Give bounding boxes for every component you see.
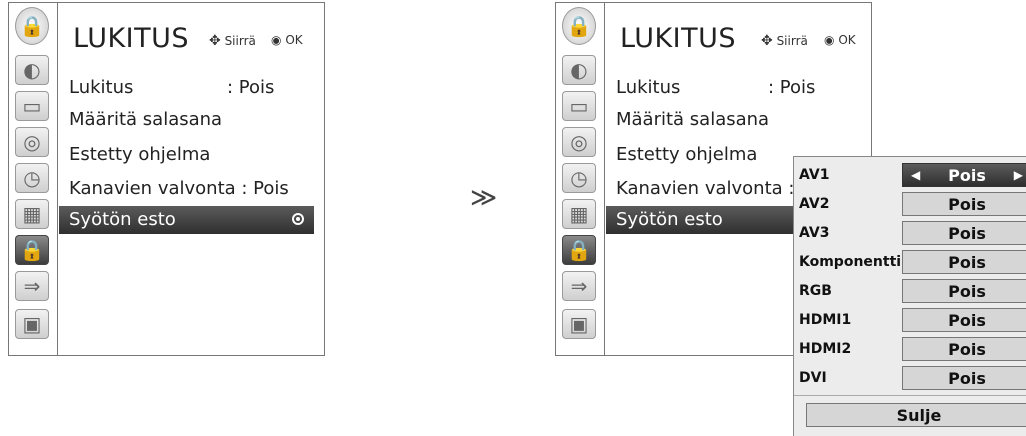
lock-icon[interactable]: 🔒 [562,235,596,265]
menu-item-lukitus[interactable]: Lukitus : Pois [69,77,274,98]
monitor-icon[interactable]: ▭ [562,91,596,121]
input-row-hdmi1[interactable]: HDMI1 Pois [794,308,1026,334]
input-row-hdmi2[interactable]: HDMI2 Pois [794,337,1026,363]
component-toggle[interactable]: Pois [902,250,1026,274]
dvi-toggle[interactable]: Pois [902,366,1026,390]
right-arrow-icon[interactable]: ▶ [1014,168,1023,182]
input-block-popup: AV1 ◀ Pois ▶ AV2 Pois AV3 Pois Komponent… [793,156,1026,436]
left-arrow-icon[interactable]: ◀ [911,168,920,182]
category-sidebar: 🔒 ◐ ▭ ◎ ◷ ▦ 🔒 ⇒ ▣ [556,3,605,355]
ok-hint: ◉ OK [271,33,303,47]
menu-item-input-block[interactable]: Syötön esto [59,206,314,234]
menu-item-blocked-program[interactable]: Estetty ohjelma [616,144,757,165]
input-row-av2[interactable]: AV2 Pois [794,192,1026,218]
lock-icon: 🔒 [15,7,49,45]
input-label: DVI [799,370,827,386]
dpad-icon: ✥ [209,33,221,49]
input-row-component[interactable]: Komponentti Pois [794,250,1026,276]
hdmi2-toggle[interactable]: Pois [902,337,1026,361]
lock-icon[interactable]: 🔒 [15,235,49,265]
input-label: HDMI1 [799,312,852,328]
speaker-icon[interactable]: ◎ [562,127,596,157]
menu-item-blocked-program[interactable]: Estetty ohjelma [69,144,210,165]
input-row-av1[interactable]: AV1 ◀ Pois ▶ [794,163,1026,189]
clock-icon[interactable]: ◷ [562,163,596,193]
menu-item-lukitus[interactable]: Lukitus : Pois [616,77,815,98]
input-row-av3[interactable]: AV3 Pois [794,221,1026,247]
move-hint: ✥ Siirrä [761,33,808,49]
calendar-icon[interactable]: ▦ [562,199,596,229]
av1-toggle[interactable]: ◀ Pois ▶ [902,163,1026,187]
photo-icon[interactable]: ▣ [15,309,49,339]
input-label: Komponentti [799,254,902,270]
menu-item-channel-guard[interactable]: Kanavien valvonta : Pois [69,178,289,199]
av2-toggle[interactable]: Pois [902,192,1026,216]
input-label: AV3 [799,225,830,241]
close-button[interactable]: Sulje [806,403,1026,427]
lock-icon: 🔒 [562,7,596,45]
photo-icon[interactable]: ▣ [562,309,596,339]
move-hint: ✥ Siirrä [209,33,256,49]
globe-icon[interactable]: ◐ [562,55,596,85]
ok-radio-icon [292,213,304,225]
input-label: AV1 [799,167,830,183]
menu-title: LUKITUS [73,23,190,54]
menu-item-set-password[interactable]: Määritä salasana [616,109,769,130]
category-sidebar: 🔒 ◐ ▭ ◎ ◷ ▦ 🔒 ⇒ ▣ [9,3,58,355]
plug-icon[interactable]: ⇒ [562,271,596,301]
clock-icon[interactable]: ◷ [15,163,49,193]
speaker-icon[interactable]: ◎ [15,127,49,157]
input-label: AV2 [799,196,830,212]
menu-title: LUKITUS [620,23,737,54]
input-label: HDMI2 [799,341,852,357]
input-row-rgb[interactable]: RGB Pois [794,279,1026,305]
next-arrow-icon: ≫ [470,183,498,213]
menu-item-channel-guard[interactable]: Kanavien valvonta : Pc [616,178,821,199]
globe-icon[interactable]: ◐ [15,55,49,85]
input-label: RGB [799,283,832,299]
left-menu-panel: 🔒 ◐ ▭ ◎ ◷ ▦ 🔒 ⇒ ▣ LUKITUS ✥ Siirrä ◉ OK … [8,2,325,356]
ok-dot-icon: ◉ [271,33,282,47]
calendar-icon[interactable]: ▦ [15,199,49,229]
av3-toggle[interactable]: Pois [902,221,1026,245]
ok-dot-icon: ◉ [824,33,835,47]
menu-item-set-password[interactable]: Määritä salasana [69,109,222,130]
dpad-icon: ✥ [761,33,773,49]
ok-hint: ◉ OK [824,33,856,47]
input-row-dvi[interactable]: DVI Pois [794,366,1026,392]
rgb-toggle[interactable]: Pois [902,279,1026,303]
monitor-icon[interactable]: ▭ [15,91,49,121]
hdmi1-toggle[interactable]: Pois [902,308,1026,332]
divider [794,395,1026,396]
plug-icon[interactable]: ⇒ [15,271,49,301]
